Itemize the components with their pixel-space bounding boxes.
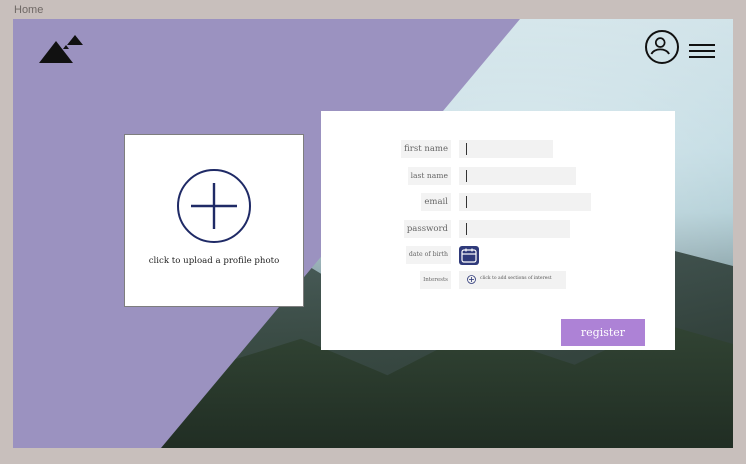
email-input[interactable]: [459, 193, 591, 211]
register-button[interactable]: register: [561, 319, 645, 346]
upload-caption: click to upload a profile photo: [148, 256, 280, 266]
dob-row: date of birth: [321, 246, 675, 266]
page-frame: click to upload a profile photo first na…: [13, 19, 733, 448]
email-row: email: [321, 193, 675, 213]
user-icon: [650, 37, 670, 55]
calendar-icon[interactable]: [459, 246, 479, 265]
hamburger-menu-icon[interactable]: [689, 43, 715, 59]
first-name-label: first name: [401, 140, 451, 158]
first-name-row: first name: [321, 140, 675, 160]
plus-circle-icon[interactable]: [177, 169, 251, 243]
profile-avatar-button[interactable]: [645, 30, 679, 64]
password-input[interactable]: [459, 220, 570, 238]
add-interest-icon: [467, 275, 476, 284]
email-label: email: [421, 193, 451, 211]
interests-picker[interactable]: click to add sections of interest: [459, 271, 566, 289]
password-label: password: [403, 220, 451, 238]
password-row: password: [321, 220, 675, 240]
dob-label: date of birth: [405, 246, 451, 264]
first-name-input[interactable]: [459, 140, 553, 158]
interests-placeholder: click to add sections of interest: [480, 276, 552, 281]
home-tab[interactable]: Home: [14, 4, 43, 16]
registration-form: first name last name email password date…: [321, 111, 675, 350]
last-name-input[interactable]: [459, 167, 576, 185]
last-name-label: last name: [407, 167, 451, 185]
profile-photo-upload[interactable]: click to upload a profile photo: [124, 134, 304, 307]
interests-row: Interests click to add sections of inter…: [321, 271, 675, 291]
last-name-row: last name: [321, 167, 675, 187]
mountain-logo-icon[interactable]: [39, 35, 87, 65]
interests-label: Interests: [420, 271, 451, 289]
